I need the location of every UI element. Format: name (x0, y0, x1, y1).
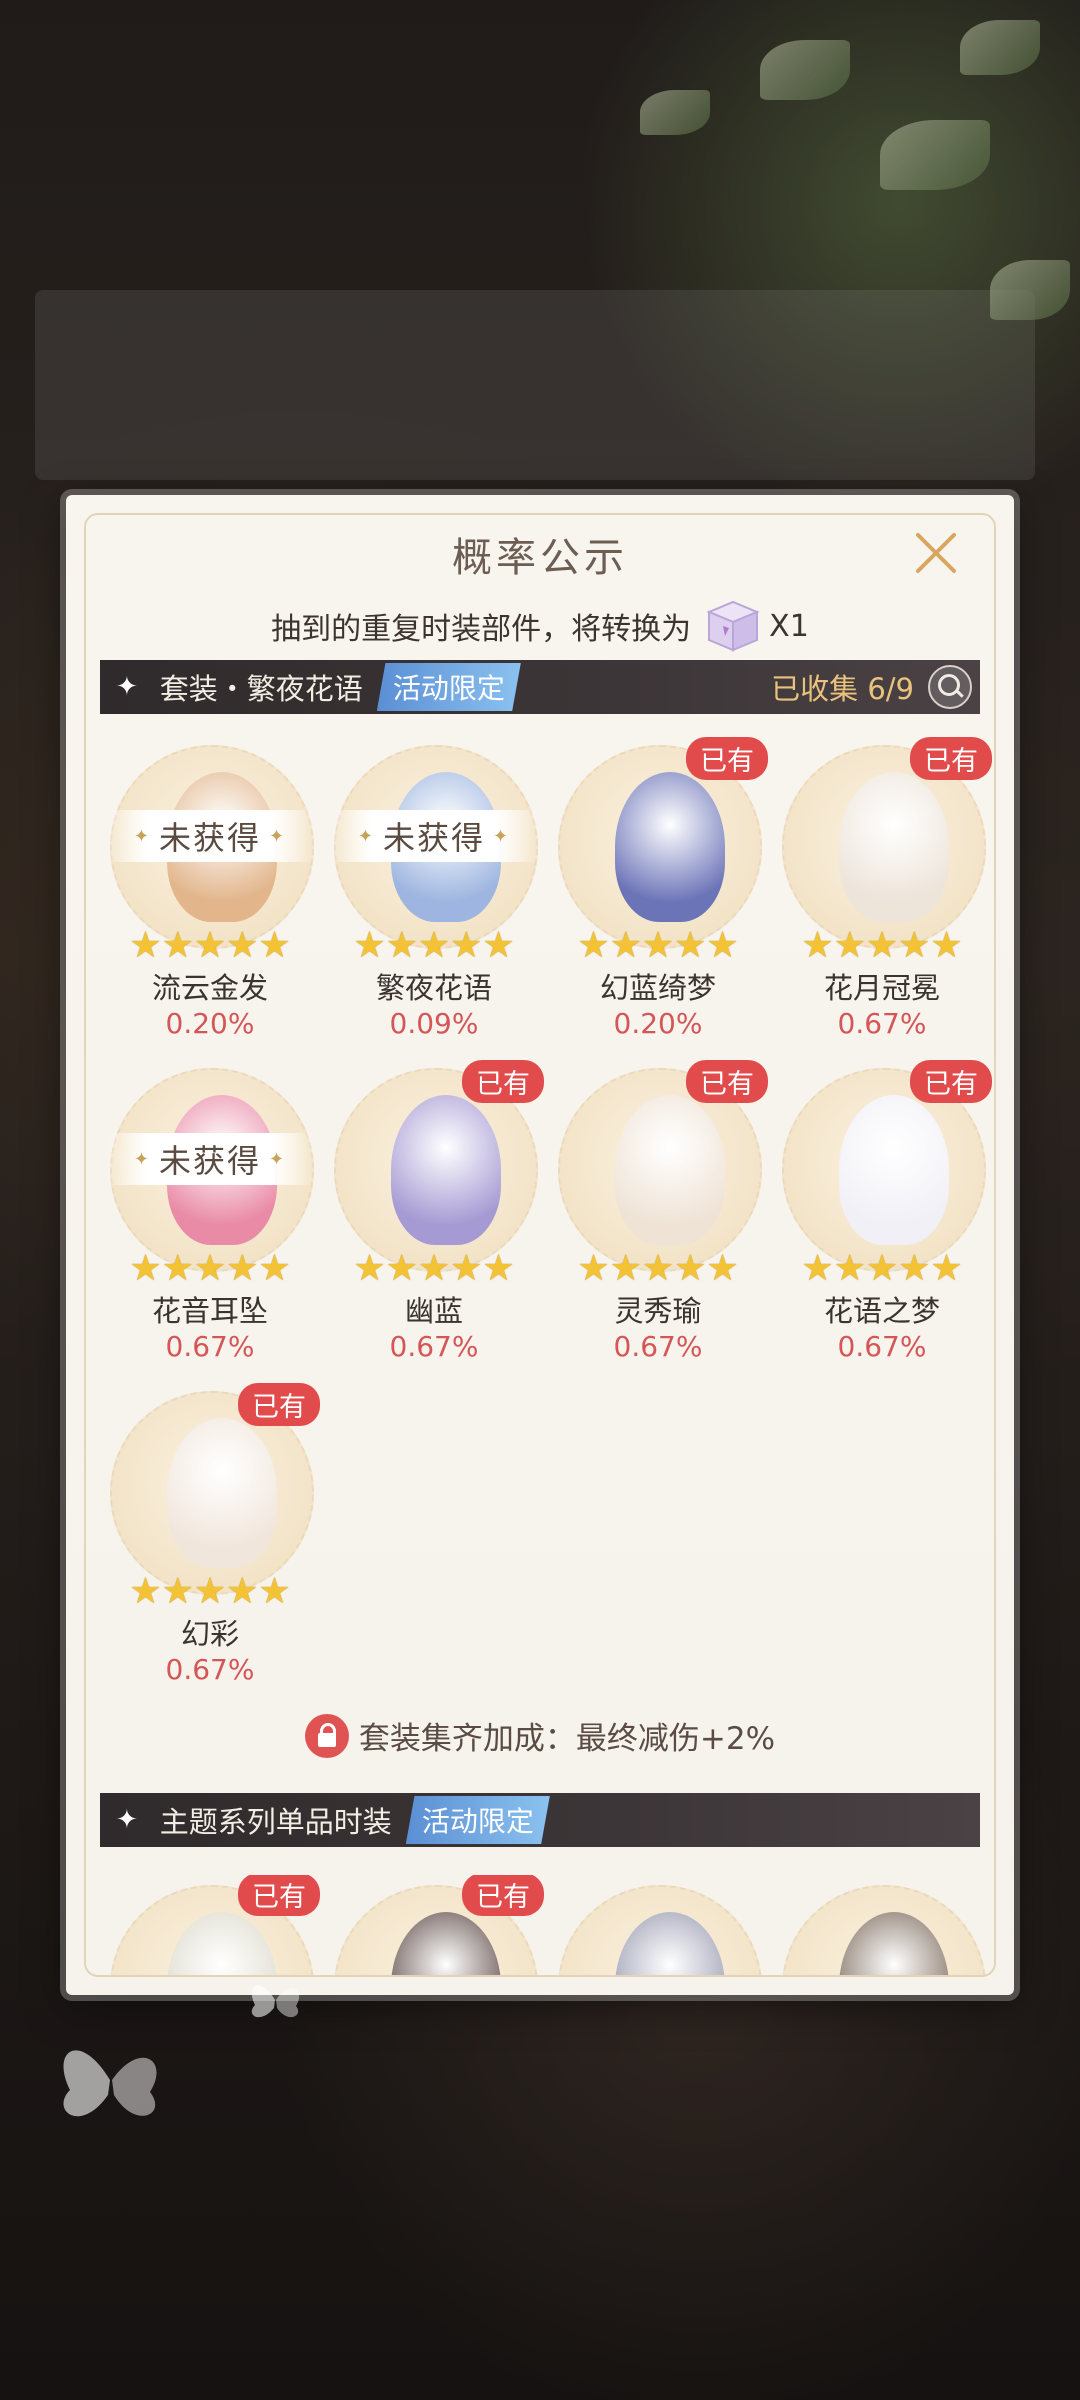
event-limited-tag: 活动限定 (405, 1796, 550, 1844)
item-card[interactable]: 已有 ★★★★★ 花月冠冕 0.67% (772, 737, 992, 1055)
item-portrait (782, 1885, 986, 1975)
probability-modal: 概率公示 抽到的重复时装部件，将转换为 X1 ✦ 套装・繁夜花语 活动限定 已收… (66, 495, 1014, 1995)
star-rating: ★★★★★ (129, 1248, 291, 1289)
item-drop-rate: 0.67% (165, 1653, 255, 1686)
sparkle-icon: ✦ (116, 1805, 138, 1835)
collection-progress: 已收集 6/9 (771, 665, 980, 709)
lock-icon (304, 1713, 349, 1758)
close-button[interactable] (910, 527, 962, 579)
item-card[interactable]: ✦ 未获得 ✦ ★★★★★ 流云金发 0.20% (100, 745, 320, 1055)
star-rating: ★★★★★ (801, 1248, 963, 1289)
star-rating: ★★★★★ (129, 925, 291, 966)
owned-badge: 已有 (462, 1060, 544, 1103)
item-card[interactable]: 已有 ★★★★★ 幽蓝 0.67% (324, 1060, 544, 1378)
item-artwork (391, 1095, 501, 1245)
item-drop-rate: 0.67% (165, 1330, 255, 1363)
not-obtained-banner: ✦ 未获得 ✦ (105, 1133, 315, 1185)
butterfly-decoration (63, 2050, 157, 2117)
theme-item-card[interactable]: 已有 (100, 1875, 320, 1975)
set-bonus-text: 套装集齐加成：最终减伤+2% (358, 1721, 776, 1757)
theme-item-card[interactable] (548, 1875, 768, 1975)
search-button[interactable] (928, 665, 972, 709)
not-obtained-label: 未获得 (158, 1142, 261, 1180)
collection-count: 已收集 6/9 (771, 672, 914, 706)
item-artwork (615, 772, 725, 922)
duplicate-notice-qty: X1 (769, 608, 809, 644)
duplicate-notice: 抽到的重复时装部件，将转换为 X1 (66, 598, 1014, 654)
not-obtained-label: 未获得 (158, 819, 261, 857)
gift-box-icon (706, 600, 760, 652)
item-portrait (558, 1885, 762, 1975)
item-card[interactable]: ✦ 未获得 ✦ ★★★★★ 繁夜花语 0.09% (324, 745, 544, 1055)
star-rating: ★★★★★ (801, 925, 963, 966)
item-drop-rate: 0.67% (837, 1330, 927, 1363)
owned-badge: 已有 (686, 737, 768, 780)
item-name: 花月冠冕 (823, 971, 940, 1005)
owned-badge: 已有 (238, 1875, 320, 1916)
owned-badge: 已有 (462, 1875, 544, 1916)
item-drop-rate: 0.20% (613, 1007, 703, 1040)
item-drop-rate: 0.67% (389, 1330, 479, 1363)
item-artwork (615, 1912, 725, 1975)
star-rating: ★★★★★ (129, 1571, 291, 1612)
item-artwork (615, 1095, 725, 1245)
not-obtained-banner: ✦ 未获得 ✦ (105, 810, 315, 862)
item-name: 花语之梦 (823, 1294, 940, 1328)
item-card[interactable]: 已有 ★★★★★ 幻蓝绮梦 0.20% (548, 737, 768, 1055)
set-bonus: 套装集齐加成：最终减伤+2% (66, 1713, 1014, 1758)
item-artwork (839, 1912, 949, 1975)
item-artwork (167, 1912, 277, 1975)
item-name: 流云金发 (151, 971, 268, 1005)
item-artwork (167, 1418, 277, 1568)
suit-section-header: ✦ 套装・繁夜花语 活动限定 已收集 6/9 (100, 660, 980, 714)
not-obtained-label: 未获得 (382, 819, 485, 857)
item-card[interactable]: ✦ 未获得 ✦ ★★★★★ 花音耳坠 0.67% (100, 1068, 320, 1378)
duplicate-notice-text: 抽到的重复时装部件，将转换为 (271, 612, 692, 647)
theme-item-row: 已有 已有 (100, 1875, 986, 1975)
star-rating: ★★★★★ (577, 925, 739, 966)
close-icon (916, 533, 956, 573)
theme-item-card[interactable] (772, 1875, 992, 1975)
modal-title: 概率公示 (452, 535, 628, 581)
butterfly-decoration (251, 1985, 300, 2018)
item-drop-rate: 0.20% (165, 1007, 255, 1040)
item-artwork (839, 1095, 949, 1245)
item-name: 灵秀瑜 (614, 1294, 702, 1328)
theme-section-label: 主题系列单品时装 (159, 1805, 392, 1839)
item-card[interactable]: 已有 ★★★★★ 灵秀瑜 0.67% (548, 1060, 768, 1378)
not-obtained-banner: ✦ 未获得 ✦ (329, 810, 539, 862)
item-card[interactable]: 已有 ★★★★★ 花语之梦 0.67% (772, 1060, 992, 1378)
item-drop-rate: 0.67% (613, 1330, 703, 1363)
theme-section-header: ✦ 主题系列单品时装 活动限定 (100, 1793, 980, 1847)
star-rating: ★★★★★ (577, 1248, 739, 1289)
suit-section-label: 套装・繁夜花语 (159, 672, 363, 706)
item-name: 花音耳坠 (151, 1294, 268, 1328)
item-drop-rate: 0.09% (389, 1007, 479, 1040)
item-artwork (391, 1912, 501, 1975)
owned-badge: 已有 (910, 1060, 992, 1103)
item-drop-rate: 0.67% (837, 1007, 927, 1040)
event-limited-tag: 活动限定 (376, 663, 521, 711)
item-artwork (839, 772, 949, 922)
item-name: 繁夜花语 (375, 971, 492, 1005)
item-name: 幽蓝 (404, 1294, 463, 1328)
item-name: 幻蓝绮梦 (599, 971, 716, 1005)
sparkle-icon: ✦ (116, 672, 138, 702)
theme-item-card[interactable]: 已有 (324, 1875, 544, 1975)
star-rating: ★★★★★ (353, 925, 515, 966)
owned-badge: 已有 (238, 1383, 320, 1426)
star-rating: ★★★★★ (353, 1248, 515, 1289)
owned-badge: 已有 (686, 1060, 768, 1103)
owned-badge: 已有 (910, 737, 992, 780)
item-card[interactable]: 已有 ★★★★★ 幻彩 0.67% (100, 1383, 320, 1701)
item-name: 幻彩 (180, 1617, 239, 1651)
